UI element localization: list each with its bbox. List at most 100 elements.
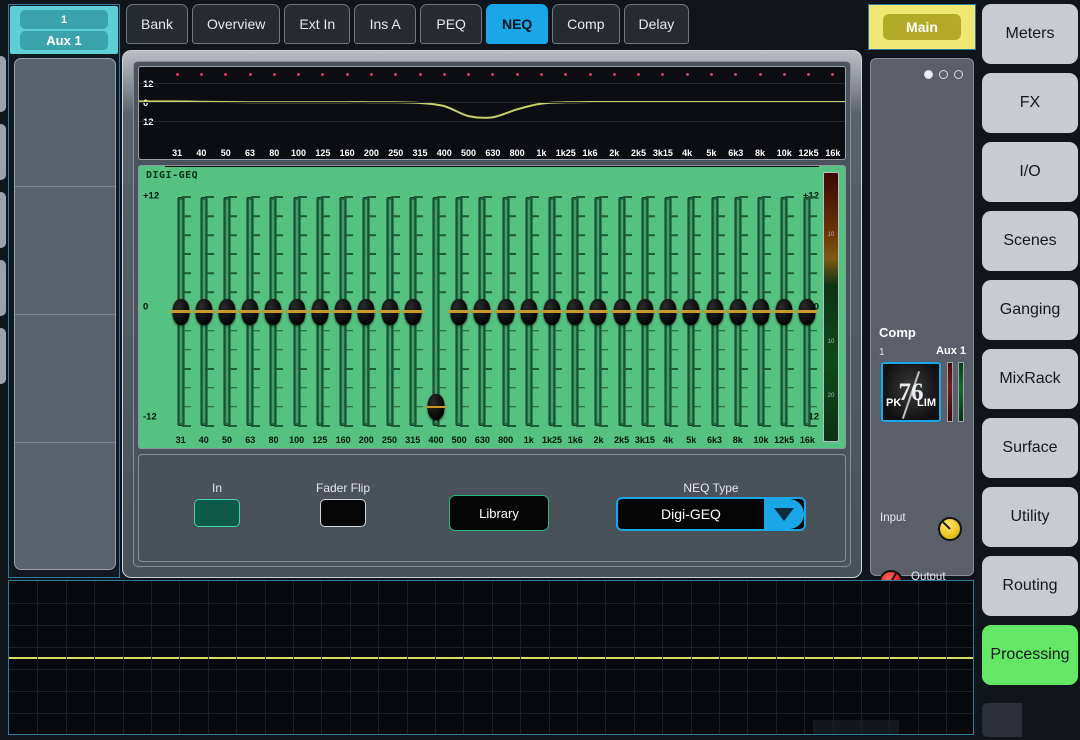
geq-band[interactable] — [262, 196, 284, 427]
geq-band[interactable] — [239, 196, 261, 427]
nav-surface[interactable]: Surface — [982, 418, 1078, 478]
geq-fader-handle[interactable] — [216, 298, 238, 325]
edge-tab-5[interactable] — [0, 328, 6, 384]
tab-bank[interactable]: Bank — [126, 4, 188, 44]
geq-fader-handle[interactable] — [286, 298, 308, 325]
geq-band[interactable] — [495, 196, 517, 427]
nav-scroll-stub[interactable] — [982, 703, 1022, 737]
geq-fader-handle[interactable] — [495, 298, 517, 325]
geq-band[interactable] — [564, 196, 586, 427]
geq-fader-handle[interactable] — [541, 298, 563, 325]
geq-fader-track[interactable] — [432, 197, 440, 426]
geq-fader-handle[interactable] — [564, 298, 586, 325]
nav-fx[interactable]: FX — [982, 73, 1078, 133]
fader-flip-button[interactable] — [320, 499, 366, 527]
geq-band[interactable] — [611, 196, 633, 427]
neq-type-dropdown[interactable]: Digi-GEQ — [616, 497, 806, 531]
geq-fader-tick — [763, 329, 771, 332]
geq-fader-handle[interactable] — [634, 298, 656, 325]
geq-band[interactable] — [379, 196, 401, 427]
geq-fader-handle[interactable] — [448, 298, 470, 325]
nav-utility[interactable]: Utility — [982, 487, 1078, 547]
geq-fader-handle[interactable] — [379, 298, 401, 325]
nav-mixrack[interactable]: MixRack — [982, 349, 1078, 409]
bottom-meter-grid[interactable] — [8, 580, 974, 735]
geq-fader-handle[interactable] — [425, 393, 447, 420]
tab-neq[interactable]: NEQ — [486, 4, 549, 44]
tab-overview[interactable]: Overview — [192, 4, 281, 44]
geq-band[interactable] — [471, 196, 493, 427]
geq-band[interactable] — [773, 196, 795, 427]
nav-meters[interactable]: Meters — [982, 4, 1078, 64]
geq-fader-handle[interactable] — [332, 298, 354, 325]
main-bus-button[interactable]: Main — [868, 4, 976, 50]
comp-model-thumbnail[interactable]: 76 PK LIM — [881, 362, 941, 422]
geq-fader-tick — [251, 253, 261, 256]
nav-processing[interactable]: Processing — [982, 625, 1078, 685]
edge-tab-2[interactable] — [0, 124, 6, 180]
geq-fader-handle[interactable] — [239, 298, 261, 325]
comp-input-knob[interactable] — [938, 517, 962, 541]
nav-i-o[interactable]: I/O — [982, 142, 1078, 202]
channel-header[interactable]: 1 Aux 1 — [10, 6, 118, 54]
channel-strip-body[interactable] — [14, 58, 116, 570]
geq-band[interactable] — [680, 196, 702, 427]
nav-ganging[interactable]: Ganging — [982, 280, 1078, 340]
geq-band[interactable] — [518, 196, 540, 427]
library-button[interactable]: Library — [449, 495, 549, 531]
geq-band[interactable] — [170, 196, 192, 427]
in-button[interactable] — [194, 499, 240, 527]
geq-band[interactable] — [355, 196, 377, 427]
tab-delay[interactable]: Delay — [623, 4, 690, 44]
geq-band[interactable] — [402, 196, 424, 427]
geq-fader-handle[interactable] — [355, 298, 377, 325]
geq-band[interactable] — [587, 196, 609, 427]
geq-fader-handle[interactable] — [402, 298, 424, 325]
tab-comp[interactable]: Comp — [552, 4, 620, 44]
geq-band[interactable] — [750, 196, 772, 427]
geq-fader-handle[interactable] — [680, 298, 702, 325]
page-dot-3[interactable] — [954, 70, 963, 79]
geq-fader-handle[interactable] — [704, 298, 726, 325]
page-dot-2[interactable] — [939, 70, 948, 79]
tab-ins-a[interactable]: Ins A — [354, 4, 417, 44]
frequency-response-graph[interactable]: 12 0 12 31 40 50 63 80 100 125 160 200 250 315 400 5… — [138, 66, 846, 160]
tab-peq[interactable]: PEQ — [420, 4, 483, 44]
geq-band[interactable] — [796, 196, 818, 427]
tab-ext-in[interactable]: Ext In — [284, 4, 351, 44]
edge-tab-3[interactable] — [0, 192, 6, 248]
geq-fader-handle[interactable] — [170, 298, 192, 325]
geq-fader-handle[interactable] — [471, 298, 493, 325]
geq-fader-handle[interactable] — [587, 298, 609, 325]
geq-fader-handle[interactable] — [727, 298, 749, 325]
geq-band[interactable] — [727, 196, 749, 427]
geq-band[interactable] — [425, 196, 447, 427]
page-dot-1[interactable] — [924, 70, 933, 79]
geq-band[interactable] — [309, 196, 331, 427]
geq-fader-tick — [717, 348, 725, 351]
geq-fader-handle[interactable] — [611, 298, 633, 325]
geq-fader-handle[interactable] — [309, 298, 331, 325]
edge-tab-1[interactable] — [0, 56, 6, 112]
graphic-eq[interactable]: DIGI-GEQ 101020 +12+1200-12-123140506380… — [138, 165, 846, 449]
geq-fader-handle[interactable] — [796, 298, 818, 325]
edge-tab-4[interactable] — [0, 260, 6, 316]
nav-scenes[interactable]: Scenes — [982, 211, 1078, 271]
geq-fader-handle[interactable] — [750, 298, 772, 325]
geq-fader-handle[interactable] — [773, 298, 795, 325]
geq-band[interactable] — [704, 196, 726, 427]
geq-band[interactable] — [216, 196, 238, 427]
geq-fader-handle[interactable] — [193, 298, 215, 325]
geq-band[interactable] — [634, 196, 656, 427]
geq-band[interactable] — [193, 196, 215, 427]
geq-band[interactable] — [286, 196, 308, 427]
geq-fader-handle[interactable] — [262, 298, 284, 325]
geq-band[interactable] — [541, 196, 563, 427]
geq-fader-handle[interactable] — [657, 298, 679, 325]
geq-band[interactable] — [657, 196, 679, 427]
geq-fader-handle[interactable] — [518, 298, 540, 325]
geq-band[interactable] — [332, 196, 354, 427]
nav-routing[interactable]: Routing — [982, 556, 1078, 616]
geq-band[interactable] — [448, 196, 470, 427]
resp-freq-label: 250 — [388, 148, 404, 158]
